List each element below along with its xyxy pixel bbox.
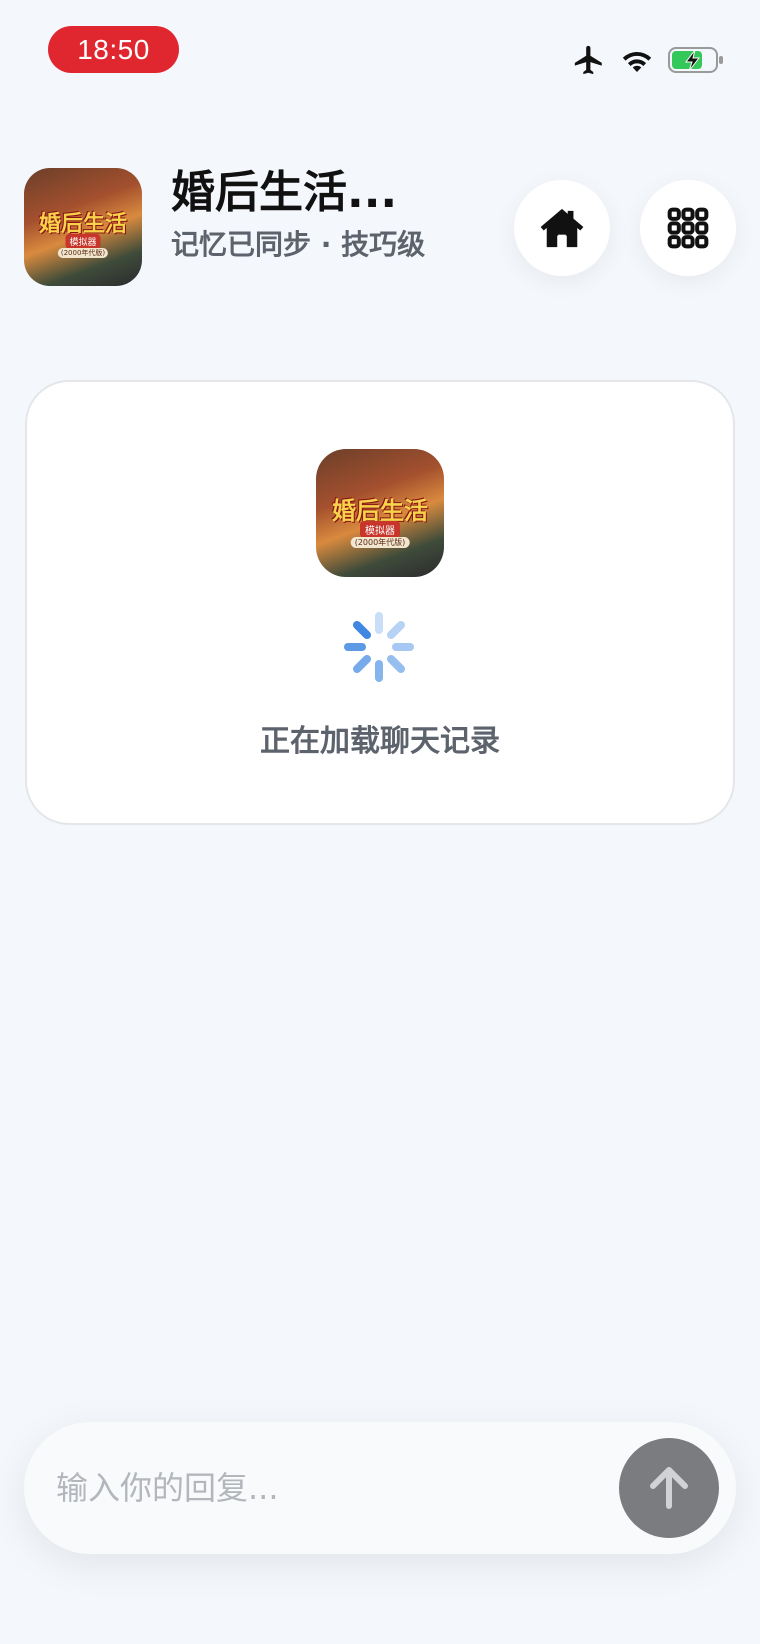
status-icons <box>572 40 724 80</box>
loading-avatar-subline: (2000年代版) <box>350 537 410 548</box>
battery-charging-icon <box>668 47 723 73</box>
chat-screen: 18:50 婚后生活 模拟器 (2000年代版) 婚后生活... 记忆已同步 ·… <box>0 0 760 1644</box>
airplane-icon <box>574 45 602 75</box>
loading-app-avatar: 婚后生活 模拟器 (2000年代版) <box>316 449 444 577</box>
wifi-icon <box>622 51 652 73</box>
grid-icon <box>667 207 709 249</box>
composer-bar <box>24 1422 736 1554</box>
chat-subtitle: 记忆已同步 · 技巧级 <box>171 228 426 261</box>
chat-title: 婚后生活... <box>171 167 398 218</box>
send-button[interactable] <box>619 1438 719 1538</box>
apps-menu-button[interactable] <box>640 180 736 276</box>
loading-avatar-badge: 模拟器 <box>360 521 400 538</box>
arrow-up-icon <box>650 1467 688 1509</box>
loading-spinner-icon <box>344 612 414 682</box>
loading-message: 正在加载聊天记录 <box>260 724 500 759</box>
reply-input[interactable] <box>56 1458 596 1518</box>
app-avatar-subline: (2000年代版) <box>57 248 109 258</box>
app-avatar: 婚后生活 模拟器 (2000年代版) <box>24 168 142 286</box>
home-button[interactable] <box>514 180 610 276</box>
status-time: 18:50 <box>48 26 179 73</box>
home-icon <box>540 208 584 248</box>
app-avatar-badge: 模拟器 <box>65 234 101 249</box>
